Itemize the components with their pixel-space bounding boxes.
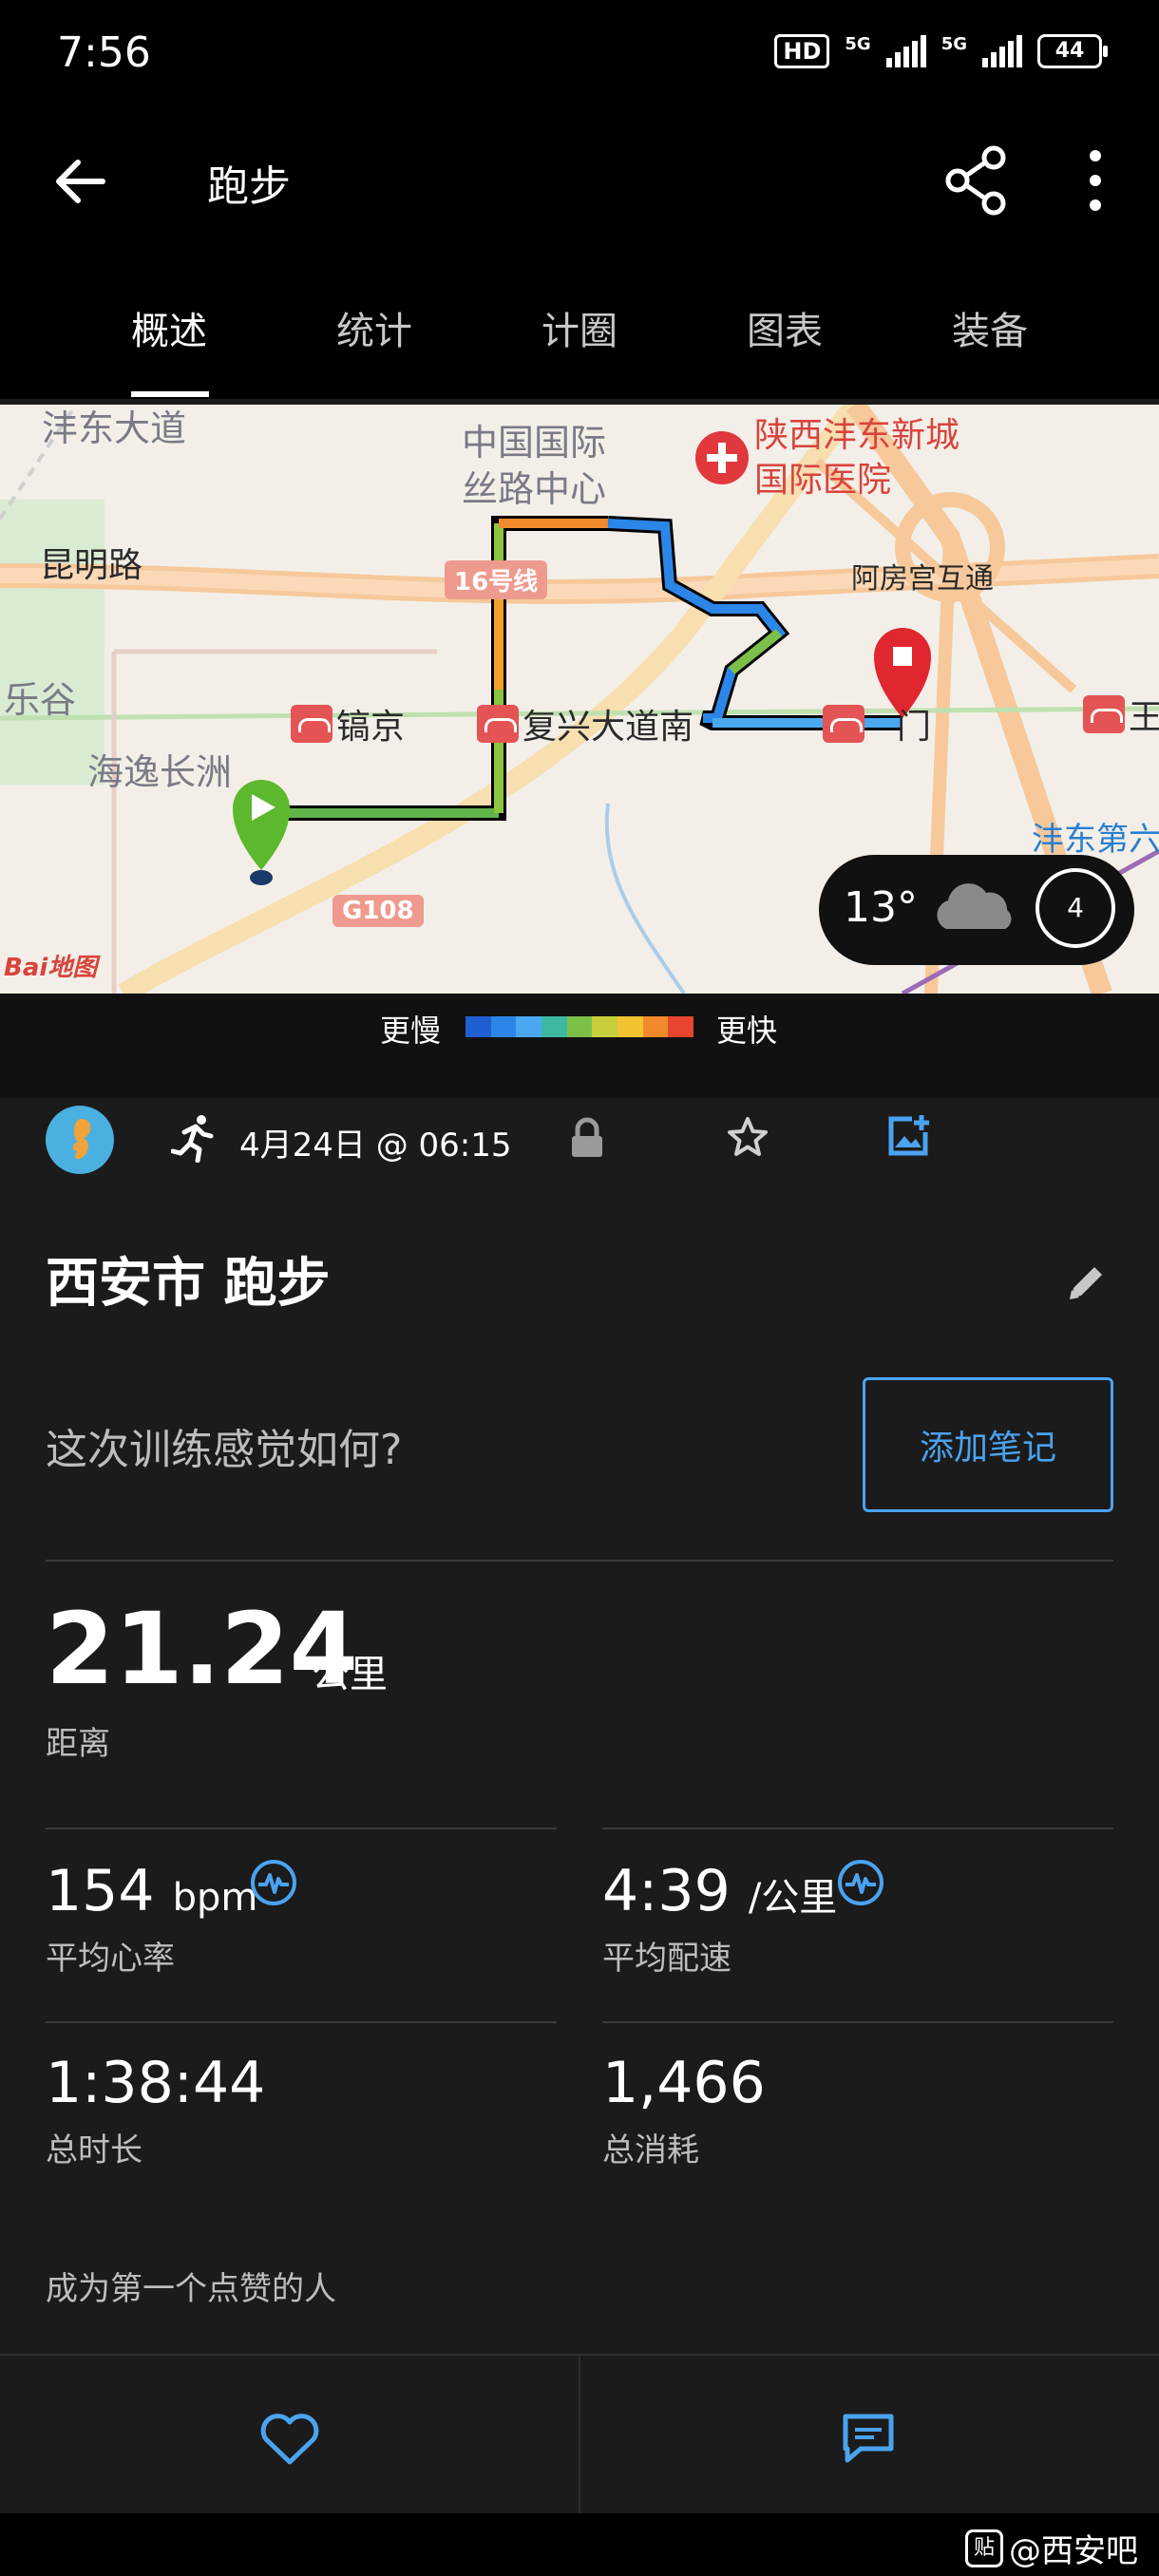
- edit-pencil-icon[interactable]: [1066, 1261, 1108, 1307]
- map-label-fuxing: 复兴大道南: [522, 708, 694, 747]
- network-type-2: 5G: [940, 33, 967, 54]
- tab-laps[interactable]: 计圈: [542, 300, 618, 355]
- metro-icon: [1083, 695, 1125, 733]
- heart-rate-value: 154: [46, 1858, 155, 1924]
- pace-unit: /公里: [748, 1876, 838, 1920]
- map-label-gate: 门: [897, 708, 932, 747]
- tab-charts[interactable]: 图表: [747, 300, 823, 355]
- hd-voice-icon: HD: [774, 34, 830, 68]
- tieba-logo: 贴: [965, 2529, 1003, 2567]
- map-label-gaojing: 镐京: [336, 708, 406, 747]
- metro-icon: [477, 705, 519, 743]
- share-icon[interactable]: [944, 142, 1011, 218]
- divider: [46, 1828, 557, 1829]
- heart-rate-unit: bpm: [172, 1876, 258, 1920]
- divider: [602, 1828, 1113, 1829]
- calories-value: 1,466: [602, 2050, 766, 2116]
- map-label-hospital: 陕西沣东新城 国际医院: [754, 416, 960, 500]
- map-label-kunming: 昆明路: [40, 546, 143, 585]
- baidu-logo: Bai地图: [4, 954, 98, 982]
- back-arrow-icon[interactable]: [48, 148, 114, 215]
- pace-label: 平均配速: [602, 1940, 732, 1978]
- heart-rate-stat: 154 bpm: [46, 1858, 257, 1924]
- status-bar: 7:56 HD 5G 5G 44: [0, 0, 1159, 114]
- divider: [602, 2021, 1113, 2023]
- likes-prompt: 成为第一个点赞的人: [46, 2270, 336, 2308]
- activity-date: 4月24日 @ 06:15: [239, 1127, 512, 1165]
- battery-icon: 44: [1037, 34, 1108, 68]
- network-type-1: 5G: [845, 33, 871, 54]
- map-label-silk-road: 中国国际 丝路中心: [462, 422, 607, 511]
- tab-stats[interactable]: 统计: [336, 300, 412, 355]
- more-vert-icon[interactable]: [1074, 142, 1117, 218]
- legend-faster: 更快: [716, 1013, 778, 1049]
- pace-legend: 更慢 更快: [0, 994, 1159, 1098]
- page-title: 跑步: [207, 162, 291, 211]
- metro-icon: [823, 705, 864, 743]
- signal-icon: [885, 35, 926, 67]
- pace-chart-icon[interactable]: [836, 1858, 885, 1907]
- route-map[interactable]: 沣东大道 昆明路 乐谷 海逸长洲 中国国际 丝路中心 陕西沣东新城 国际医院 阿…: [0, 405, 1159, 994]
- watermark: 贴 @西安吧: [965, 2525, 1138, 2571]
- divider: [46, 2021, 557, 2023]
- map-badge-g108: G108: [332, 895, 424, 927]
- map-label-road: 沣东大道: [42, 407, 187, 449]
- heart-rate-chart-icon[interactable]: [249, 1858, 298, 1907]
- app-bar: 跑步: [0, 114, 1159, 247]
- map-label-wang: 王: [1129, 698, 1159, 737]
- footer: 贴 @西安吧: [0, 2513, 1159, 2576]
- heart-rate-label: 平均心率: [46, 1940, 175, 1978]
- pace-value: 4:39: [602, 1858, 731, 1924]
- temperature: 13°: [844, 883, 918, 932]
- star-icon[interactable]: [726, 1115, 770, 1163]
- distance-unit: 公里: [312, 1653, 388, 1696]
- tab-bar: 概述 统计 计圈 图表 装备: [0, 247, 1159, 399]
- divider: [46, 1560, 1113, 1562]
- avatar[interactable]: [46, 1106, 114, 1174]
- duration-label: 总时长: [46, 2131, 142, 2169]
- pace-stat: 4:39 /公里: [602, 1858, 837, 1924]
- add-note-button[interactable]: 添加笔记: [863, 1377, 1113, 1512]
- lock-icon[interactable]: [568, 1117, 606, 1163]
- route-line: [261, 516, 902, 821]
- signal-icon-2: [982, 35, 1022, 67]
- activity-meta: 4月24日 @ 06:15: [0, 1098, 1159, 1203]
- watermark-text: @西安吧: [1009, 2532, 1138, 2570]
- map-label-haiyi: 海逸长洲: [87, 751, 233, 793]
- divider: [579, 2356, 580, 2515]
- comment-icon[interactable]: [840, 2411, 897, 2468]
- legend-slower: 更慢: [380, 1013, 442, 1049]
- legend-color-bar: [466, 1016, 694, 1037]
- active-tab-indicator: [131, 391, 209, 397]
- tab-gear[interactable]: 装备: [952, 300, 1028, 355]
- map-label-efang: 阿房宫互通: [851, 562, 994, 596]
- weather-widget[interactable]: 13° 4: [819, 855, 1134, 965]
- wind-dial: 4: [1036, 868, 1115, 948]
- feel-question: 这次训练感觉如何?: [46, 1426, 403, 1474]
- status-icons: HD 5G 5G 44: [774, 33, 1108, 68]
- status-time: 7:56: [57, 28, 151, 77]
- activity-title: 西安市 跑步: [46, 1253, 331, 1315]
- add-photo-icon[interactable]: [885, 1113, 931, 1163]
- hospital-icon: [695, 431, 749, 484]
- running-icon: [170, 1113, 217, 1166]
- like-heart-icon[interactable]: [256, 2411, 323, 2472]
- map-badge-line16: 16号线: [445, 560, 548, 599]
- map-label-legu: 乐谷: [4, 679, 77, 721]
- start-marker: [233, 780, 290, 885]
- duration-value: 1:38:44: [46, 2050, 266, 2116]
- bottom-action-bar: [0, 2354, 1159, 2515]
- distance-label: 距离: [46, 1725, 110, 1763]
- metro-icon: [291, 705, 332, 743]
- tab-overview[interactable]: 概述: [131, 300, 207, 355]
- calories-label: 总消耗: [602, 2131, 699, 2169]
